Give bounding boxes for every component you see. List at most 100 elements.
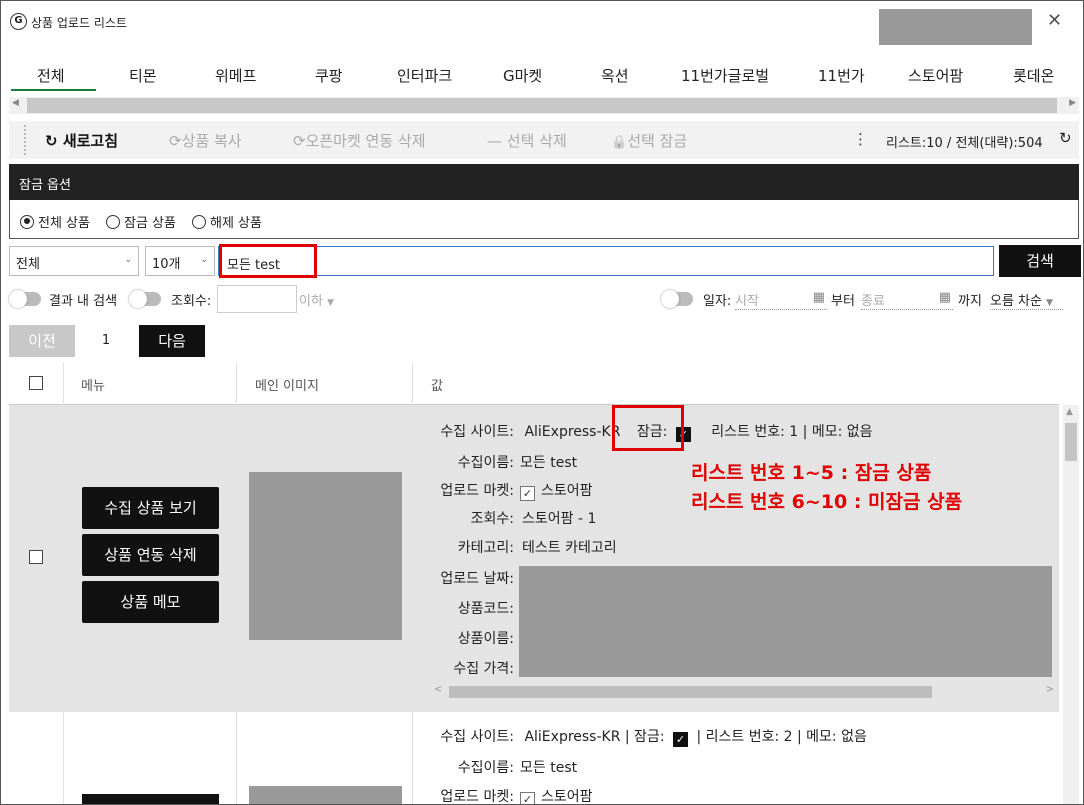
site-field: 수집 사이트: AliExpress-KR | 잠금: ✓ | 리스트 번호: … <box>427 726 867 747</box>
lock-options-title: 잠금 옵션 <box>19 178 71 193</box>
tab-interpark[interactable]: 인터파크 <box>397 65 452 86</box>
row-checkbox[interactable] <box>29 550 43 564</box>
highlight-box <box>219 244 317 278</box>
market-checkbox[interactable]: ✓ <box>520 792 535 804</box>
view-collected-button[interactable] <box>82 794 219 804</box>
search-button[interactable]: 검색 <box>999 245 1081 277</box>
selected-lock-button[interactable]: 🔒선택 잠금 <box>611 130 687 151</box>
radio-all-products[interactable]: 전체 상품 <box>20 212 90 231</box>
select-all-checkbox[interactable] <box>29 376 43 390</box>
tab-wemakeprice[interactable]: 위메프 <box>215 65 256 86</box>
scope-select[interactable]: 전체 ⌄ <box>9 246 139 276</box>
reload-icon[interactable]: ↻ <box>1059 129 1072 147</box>
scroll-up-icon[interactable]: ▲ <box>1066 407 1073 417</box>
views-toggle[interactable] <box>129 290 161 308</box>
active-tab-indicator <box>11 89 96 91</box>
scroll-thumb[interactable] <box>27 98 1057 113</box>
minus-icon: — <box>487 132 502 150</box>
below-select[interactable]: 이하 ▼ <box>299 290 334 309</box>
site-label: 수집 사이트: <box>440 424 514 440</box>
next-page-button[interactable]: 다음 <box>139 325 205 357</box>
views-label: 조회수: <box>171 294 212 309</box>
table-row: 수집 상품 보기 상품 연동 삭제 상품 메모 수집 사이트: AliExpre… <box>9 405 1059 712</box>
tab-all[interactable]: 전체 <box>37 65 65 86</box>
tab-gmarket[interactable]: G마켓 <box>503 65 542 86</box>
name-label: 수집이름: <box>457 455 514 471</box>
details-scrollbar[interactable]: < > <box>434 684 1054 700</box>
market-field: 업로드 마켓: ✓ 스토어팜 <box>427 786 593 804</box>
divider <box>236 712 237 804</box>
sort-value: 오름 차순 <box>990 294 1042 309</box>
price-field: 수집 가격: <box>427 658 514 678</box>
scroll-right-icon[interactable]: > <box>1046 684 1054 695</box>
market-checkbox[interactable]: ✓ <box>520 486 535 501</box>
search-input[interactable]: 모든 test <box>218 246 994 276</box>
name-field: 수집이름: 모든 test <box>427 757 577 777</box>
start-placeholder: 시작 <box>735 294 759 309</box>
market-value: 스토어팜 <box>541 483 593 499</box>
tab-auction[interactable]: 옥션 <box>601 65 629 86</box>
divider <box>63 363 64 405</box>
refresh-icon: ↻ <box>45 132 58 150</box>
date-toggle[interactable] <box>661 290 693 308</box>
selected-delete-label: 선택 삭제 <box>506 132 567 150</box>
scroll-right-icon[interactable]: ▶ <box>1069 98 1076 108</box>
in-result-toggle[interactable] <box>9 290 41 308</box>
title-bar: G 상품 업로드 리스트 ✕ <box>1 1 1083 45</box>
scroll-thumb[interactable] <box>1065 423 1077 461</box>
code-label: 상품코드: <box>457 601 514 617</box>
tab-coupang[interactable]: 쿠팡 <box>315 65 343 86</box>
refresh-button[interactable]: ↻ 새로고침 <box>45 130 118 151</box>
pname-label: 상품이름: <box>457 631 514 647</box>
chevron-down-icon: ⌄ <box>124 255 132 265</box>
tabs-scrollbar[interactable]: ◀ ▶ <box>9 97 1079 114</box>
tab-storefarm[interactable]: 스토어팜 <box>908 65 963 86</box>
market-delete-label: 오픈마켓 연동 삭제 <box>305 132 426 150</box>
sync-icon: ⟳ <box>293 132 306 150</box>
radio-locked-label: 잠금 상품 <box>124 216 176 231</box>
scroll-left-icon[interactable]: ◀ <box>12 98 19 108</box>
market-delete-button[interactable]: ⟳오픈마켓 연동 삭제 <box>293 130 426 151</box>
copy-product-button[interactable]: ⟳상품 복사 <box>169 130 242 151</box>
calendar-icon[interactable]: ▦ <box>939 290 951 305</box>
tab-lotteon[interactable]: 롯데온 <box>1013 65 1054 86</box>
start-date-input[interactable]: 시작 ▦ <box>735 290 827 310</box>
highlight-box <box>612 405 684 451</box>
tab-tmon[interactable]: 티몬 <box>129 65 157 86</box>
lock-options-header: 잠금 옵션 <box>9 164 1079 200</box>
until-label: 까지 <box>958 294 982 309</box>
divider <box>63 712 64 804</box>
header-value: 값 <box>431 379 443 394</box>
copy-icon: ⟳ <box>169 132 182 150</box>
grid-scrollbar[interactable]: ▲ <box>1063 405 1079 804</box>
name-value: 모든 test <box>520 455 578 471</box>
selected-delete-button[interactable]: — 선택 삭제 <box>487 130 567 151</box>
end-placeholder: 종료 <box>861 294 885 309</box>
calendar-icon[interactable]: ▦ <box>813 290 825 305</box>
category-field: 카테고리: 테스트 카테고리 <box>427 537 617 557</box>
tab-11st[interactable]: 11번가 <box>818 65 865 86</box>
scroll-thumb[interactable] <box>449 686 932 698</box>
radio-locked-products[interactable]: 잠금 상품 <box>106 212 176 231</box>
product-memo-button[interactable]: 상품 메모 <box>82 581 219 623</box>
end-date-input[interactable]: 종료 ▦ <box>861 290 953 310</box>
close-icon[interactable]: ✕ <box>1047 10 1062 31</box>
prev-page-button[interactable]: 이전 <box>9 325 75 357</box>
name-label: 수집이름: <box>457 760 514 776</box>
views-label: 조회수: <box>470 511 514 527</box>
views-input[interactable] <box>217 285 297 313</box>
views-value: 스토어팜 - 1 <box>522 511 597 527</box>
lock-checkbox[interactable]: ✓ <box>672 732 688 747</box>
radio-unlocked-products[interactable]: 해제 상품 <box>192 212 262 231</box>
page-size-select[interactable]: 10개 ⌄ <box>145 246 215 276</box>
chevron-down-icon: ⌄ <box>200 255 208 265</box>
below-label: 이하 <box>299 294 323 309</box>
view-collected-button[interactable]: 수집 상품 보기 <box>82 487 219 529</box>
more-icon[interactable]: ⋮ <box>853 130 868 148</box>
sort-select[interactable]: 오름 차순 ▼ <box>990 290 1063 310</box>
tab-11st-global[interactable]: 11번가글로벌 <box>681 65 769 86</box>
date-field: 업로드 날짜: <box>427 568 514 588</box>
scope-value: 전체 <box>16 257 40 272</box>
delete-sync-button[interactable]: 상품 연동 삭제 <box>82 534 219 576</box>
scroll-left-icon[interactable]: < <box>434 684 442 695</box>
